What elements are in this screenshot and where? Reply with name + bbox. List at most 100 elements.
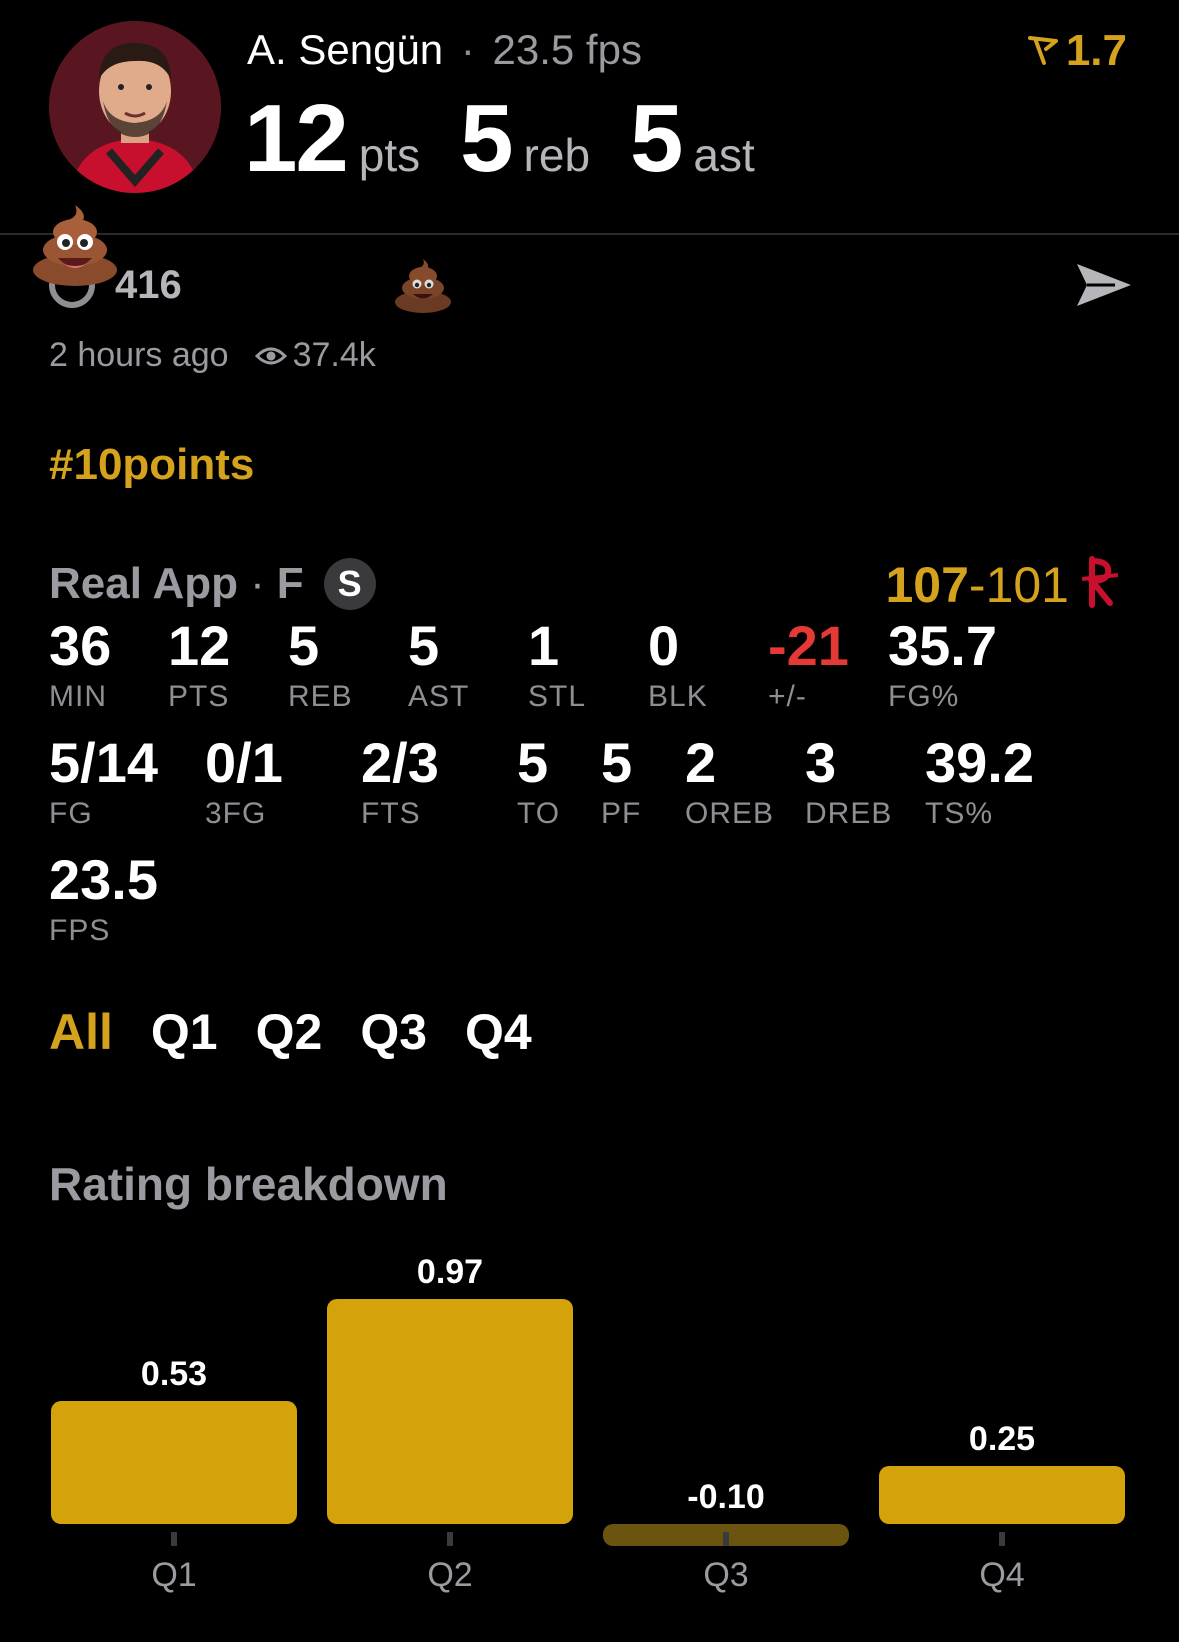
stat-value: 5 bbox=[288, 614, 320, 677]
axis-tick bbox=[171, 1532, 177, 1546]
headline-reb-value: 5 bbox=[460, 85, 513, 192]
bar-q1[interactable] bbox=[51, 1401, 297, 1524]
player-rating[interactable]: 1.7 bbox=[1027, 26, 1127, 76]
eye-icon bbox=[254, 347, 287, 364]
player-title-line: A. Sengün · 23.5 fps bbox=[247, 26, 642, 74]
stat-fts: 2/3 FTS bbox=[361, 735, 439, 831]
player-position: F bbox=[276, 559, 304, 608]
poop-emoji-icon[interactable] bbox=[30, 200, 120, 290]
bar-q2[interactable] bbox=[327, 1298, 573, 1524]
axis-tick bbox=[723, 1532, 729, 1546]
stat-label: FG bbox=[49, 797, 93, 830]
stat-value: 5/14 bbox=[49, 731, 158, 794]
starter-badge: S bbox=[323, 558, 376, 610]
bar-value-label: -0.10 bbox=[687, 1478, 765, 1516]
bar-value-label: 0.97 bbox=[417, 1253, 483, 1291]
stat-blk: 0 BLK bbox=[648, 618, 708, 714]
category-label: Q2 bbox=[427, 1556, 472, 1594]
game-score[interactable]: 107-101 bbox=[885, 556, 1069, 614]
stat-value: 23.5 bbox=[49, 848, 158, 911]
stat-ast: 5 AST bbox=[408, 618, 469, 714]
tab-q4[interactable]: Q4 bbox=[465, 1003, 532, 1061]
rating-chevron-icon bbox=[1027, 36, 1058, 65]
posted-time: 2 hours ago bbox=[49, 336, 229, 374]
team-score: 107 bbox=[885, 557, 969, 613]
stat-value: 5 bbox=[408, 614, 440, 677]
stat-fg: 5/14 FG bbox=[49, 735, 158, 831]
stat-value: 39.2 bbox=[925, 731, 1034, 794]
hashtag-link[interactable]: #10points bbox=[49, 440, 254, 490]
axis-tick bbox=[447, 1532, 453, 1546]
stat-label: FPS bbox=[49, 914, 111, 947]
reaction-count: 416 bbox=[115, 263, 182, 307]
bar-value-label: 0.53 bbox=[141, 1355, 207, 1393]
headline-stats: 12 pts 5 reb 5 ast bbox=[244, 84, 795, 194]
stat-label: PF bbox=[601, 797, 642, 830]
stat-oreb: 2 OREB bbox=[685, 735, 774, 831]
stat-label: TS% bbox=[925, 797, 994, 830]
stat-to: 5 TO bbox=[517, 735, 560, 831]
stat-label: STL bbox=[528, 680, 587, 713]
tab-q3[interactable]: Q3 bbox=[360, 1003, 427, 1061]
stat-label: MIN bbox=[49, 680, 107, 713]
stat-fps: 23.5 FPS bbox=[49, 852, 158, 948]
stat-min: 36 MIN bbox=[49, 618, 111, 714]
quarter-tabs: All Q1 Q2 Q3 Q4 bbox=[49, 1003, 532, 1061]
fps-value: 23.5 fps bbox=[492, 26, 642, 73]
rating-value: 1.7 bbox=[1065, 26, 1127, 75]
separator: · bbox=[250, 559, 265, 608]
view-count: 37.4k bbox=[292, 336, 376, 374]
rating-breakdown-title: Rating breakdown bbox=[49, 1158, 448, 1210]
stat-ts-pct: 39.2 TS% bbox=[925, 735, 1034, 831]
stat-label: FTS bbox=[361, 797, 421, 830]
stat-value: -21 bbox=[768, 614, 849, 677]
stat-label: FG% bbox=[888, 680, 960, 713]
stat-dreb: 3 DREB bbox=[805, 735, 892, 831]
stat-stl: 1 STL bbox=[528, 618, 586, 714]
game-info: Real App · F S bbox=[49, 558, 376, 610]
player-avatar[interactable] bbox=[49, 21, 221, 193]
category-label: Q3 bbox=[703, 1556, 748, 1594]
axis-tick bbox=[999, 1532, 1005, 1546]
stat-value: 12 bbox=[168, 614, 231, 677]
category-label: Q4 bbox=[979, 1556, 1024, 1594]
score-dash: - bbox=[968, 557, 986, 613]
stat-label: REB bbox=[288, 680, 353, 713]
headline-pts-unit: pts bbox=[358, 129, 421, 181]
separator: · bbox=[460, 26, 475, 73]
stat-value: 2/3 bbox=[361, 731, 439, 794]
tab-q1[interactable]: Q1 bbox=[151, 1003, 218, 1061]
bar-value-label: 0.25 bbox=[969, 1420, 1035, 1458]
game-source: Real App bbox=[49, 559, 239, 608]
headline-reb-unit: reb bbox=[523, 129, 591, 181]
stat-plus-minus: -21 +/- bbox=[768, 618, 849, 714]
stat-label: OREB bbox=[685, 797, 775, 830]
stat-label: 3FG bbox=[205, 797, 267, 830]
post-meta: 2 hours ago 37.4k bbox=[49, 336, 376, 375]
stat-label: PTS bbox=[168, 680, 230, 713]
header-divider bbox=[0, 233, 1179, 235]
stat-value: 36 bbox=[49, 614, 112, 677]
stat-value: 2 bbox=[685, 731, 717, 794]
rating-breakdown-chart: 0.53 Q1 0.97 Q2 -0.10 Q3 0.25 Q4 bbox=[51, 1253, 1125, 1594]
send-icon[interactable] bbox=[1075, 260, 1133, 310]
team-logo-icon bbox=[1081, 556, 1119, 608]
stat-value: 1 bbox=[528, 614, 560, 677]
opponent-score: 101 bbox=[985, 557, 1069, 613]
stat-value: 35.7 bbox=[888, 614, 997, 677]
stat-value: 0/1 bbox=[205, 731, 283, 794]
stat-value: 5 bbox=[517, 731, 549, 794]
stat-3fg: 0/1 3FG bbox=[205, 735, 283, 831]
stat-reb: 5 REB bbox=[288, 618, 353, 714]
stat-value: 5 bbox=[601, 731, 633, 794]
bar-q4[interactable] bbox=[879, 1466, 1125, 1524]
poop-emoji-small-icon bbox=[395, 259, 451, 313]
stat-fg-pct: 35.7 FG% bbox=[888, 618, 997, 714]
headline-pts-value: 12 bbox=[244, 85, 349, 192]
category-label: Q1 bbox=[151, 1556, 196, 1594]
stat-label: BLK bbox=[648, 680, 708, 713]
tab-all[interactable]: All bbox=[49, 1003, 113, 1061]
player-name[interactable]: A. Sengün bbox=[247, 26, 443, 73]
tab-q2[interactable]: Q2 bbox=[256, 1003, 323, 1061]
headline-ast-value: 5 bbox=[630, 85, 683, 192]
